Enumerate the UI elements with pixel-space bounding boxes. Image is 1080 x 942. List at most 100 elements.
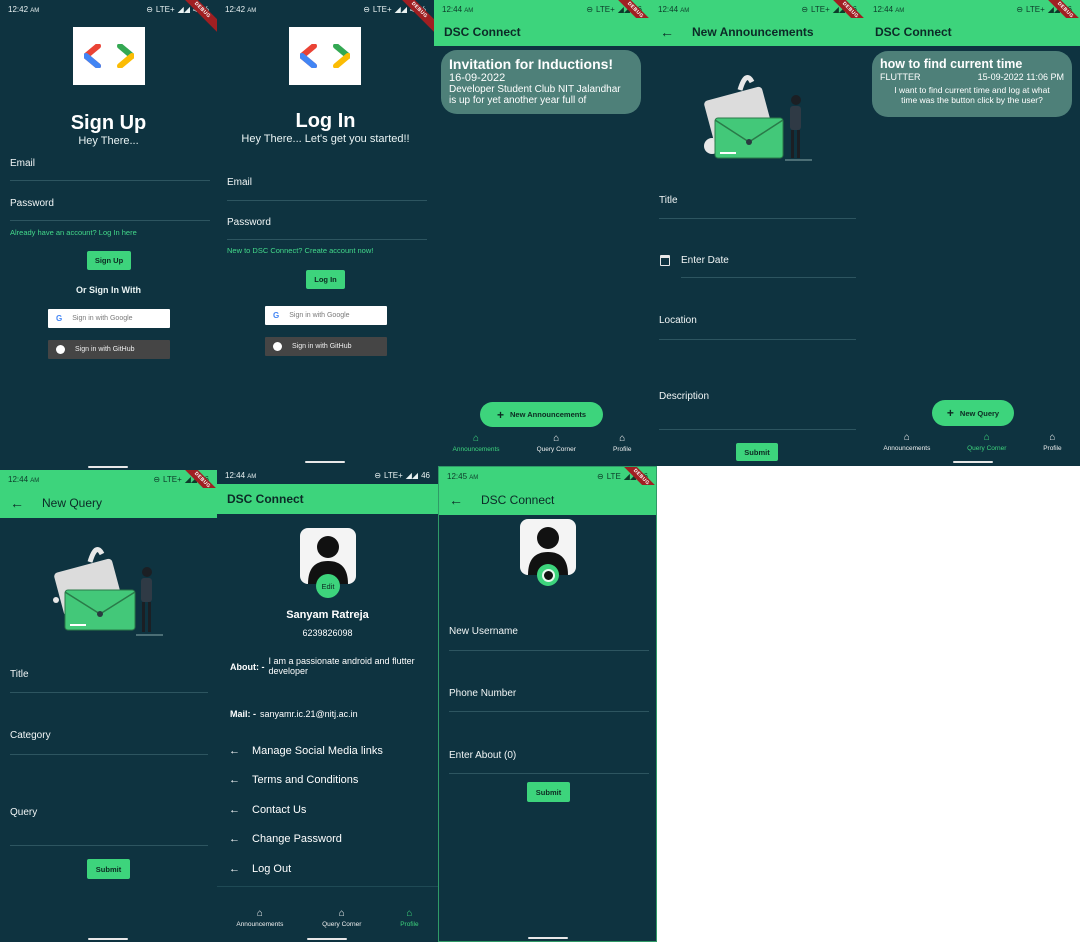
status-time: 12:42 [8, 4, 29, 14]
home-indicator[interactable] [953, 461, 993, 463]
network-type: LTE+ [596, 4, 615, 14]
signal-icon: ◢◢ [394, 4, 407, 14]
home-icon: ⌂ [983, 432, 990, 443]
login-link[interactable]: Already have an account? Log In here [10, 228, 137, 237]
google-signin-button[interactable]: G Sign in with Google [48, 309, 170, 328]
nav-profile[interactable]: ⌂ Profile [613, 433, 631, 453]
edit-avatar-button[interactable]: Edit [316, 574, 340, 598]
query-field[interactable]: Query [10, 807, 37, 818]
status-time: 12:44 [225, 470, 246, 480]
signup-button[interactable]: Sign Up [87, 251, 131, 270]
category-field[interactable]: Category [10, 730, 51, 741]
camera-icon[interactable] [537, 564, 559, 586]
about-field[interactable]: Enter About (0) [449, 750, 516, 761]
email-field[interactable]: Email [227, 177, 252, 188]
title-field[interactable]: Title [659, 195, 678, 206]
home-indicator[interactable] [305, 461, 345, 463]
nav-announcements[interactable]: ⌂ Announcements [453, 433, 500, 453]
home-indicator[interactable] [528, 937, 568, 939]
date-underline [681, 277, 856, 278]
home-indicator[interactable] [88, 938, 128, 940]
username-field[interactable]: New Username [449, 626, 518, 637]
title-field[interactable]: Title [10, 669, 29, 680]
announcement-body-line: is up for yet another year full of [449, 95, 587, 106]
query-card[interactable]: how to find current time FLUTTER 15-09-2… [872, 51, 1072, 117]
github-signin-label: Sign in with GitHub [292, 343, 352, 350]
status-time: 12:44 [658, 4, 679, 14]
nav-label: Query Corner [967, 445, 1007, 452]
nav-announcements[interactable]: ⌂ Announcements [883, 432, 930, 452]
password-underline [227, 239, 427, 240]
announcement-card[interactable]: Invitation for Inductions! 16-09-2022 De… [441, 50, 641, 114]
announcement-body-line: Developer Student Club NIT Jalandhar [449, 84, 621, 95]
nav-profile[interactable]: ⌂ Profile [400, 908, 418, 928]
status-bar: 12:42 AM ⊖LTE+◢◢47% [217, 0, 434, 18]
back-arrow-icon[interactable]: ← [660, 24, 674, 40]
nav-label: Announcements [883, 445, 931, 452]
menu-item-social-links[interactable]: ← Manage Social Media links [229, 745, 383, 757]
status-time: 12:44 [442, 4, 463, 14]
new-query-button[interactable]: + New Query [932, 400, 1014, 426]
nav-label: Profile [613, 446, 632, 453]
dnd-icon: ⊖ [597, 471, 604, 481]
menu-item-logout[interactable]: ← Log Out [229, 863, 291, 875]
query-corner-screen: 12:44 AM ⊖LTE+◢◢46 DEBUG DSC Connect how… [865, 0, 1080, 466]
menu-label: Log Out [252, 863, 292, 875]
date-field[interactable]: Enter Date [681, 255, 729, 266]
home-indicator[interactable] [307, 938, 347, 940]
password-field[interactable]: Password [10, 198, 54, 209]
page-subtitle: Hey There... Let's get you started!! [241, 133, 410, 145]
create-account-link[interactable]: New to DSC Connect? Create account now! [227, 246, 373, 255]
page-title: Log In [295, 110, 356, 132]
mail-section: Mail: - sanyamr.ic.21@nitj.ac.in [230, 709, 358, 719]
about-underline [449, 773, 649, 774]
status-time: 12:44 [8, 474, 29, 484]
nav-query-corner[interactable]: ⌂ Query Corner [322, 908, 361, 928]
back-arrow-icon[interactable]: ← [10, 495, 24, 511]
phone-underline [449, 711, 649, 712]
status-bar: 12:45 AM ⊖LTE◢◢46 [439, 467, 656, 485]
location-field[interactable]: Location [659, 315, 697, 326]
password-field[interactable]: Password [227, 217, 271, 228]
query-underline [10, 845, 208, 846]
email-field[interactable]: Email [10, 158, 35, 169]
google-signin-label: Sign in with Google [289, 312, 350, 319]
status-ampm: AM [30, 7, 40, 14]
menu-item-contact[interactable]: ← Contact Us [229, 804, 306, 816]
query-tag: FLUTTER [880, 72, 921, 82]
phone-field[interactable]: Phone Number [449, 688, 516, 699]
app-bar: ← DSC Connect [439, 485, 656, 515]
github-signin-button[interactable]: Sign in with GitHub [48, 340, 170, 359]
menu-label: Contact Us [252, 804, 307, 816]
app-bar: DSC Connect [865, 18, 1080, 46]
dnd-icon: ⊖ [586, 4, 594, 14]
home-indicator[interactable] [88, 466, 128, 468]
back-arrow-icon[interactable]: ← [449, 492, 463, 508]
status-ampm: AM [469, 474, 479, 481]
description-field[interactable]: Description [659, 391, 709, 402]
dnd-icon: ⊖ [1016, 4, 1024, 14]
menu-item-change-password[interactable]: ← Change Password [229, 833, 342, 845]
login-button[interactable]: Log In [306, 270, 345, 289]
announcements-screen: 12:44 AM ⊖LTE+◢◢46 DEBUG DSC Connect Inv… [434, 0, 650, 466]
menu-item-terms[interactable]: ← Terms and Conditions [229, 774, 358, 786]
login-screen: 12:42 AM ⊖LTE+◢◢47% DEBUG Log In Hey The… [217, 0, 434, 466]
status-bar: 12:44 AM ⊖LTE+◢◢46 [217, 466, 438, 484]
nav-label: Announcements [236, 921, 284, 928]
submit-button[interactable]: Submit [87, 859, 130, 879]
user-phone: 6239826098 [302, 628, 353, 638]
calendar-icon[interactable] [660, 255, 670, 266]
nav-profile[interactable]: ⌂ Profile [1043, 432, 1061, 452]
bottom-nav: ⌂ Announcements ⌂ Query Corner ⌂ Profile [434, 433, 650, 453]
location-underline [659, 339, 856, 340]
submit-button[interactable]: Submit [527, 782, 570, 802]
dnd-icon: ⊖ [153, 474, 161, 484]
github-signin-button[interactable]: Sign in with GitHub [265, 337, 387, 356]
nav-announcements[interactable]: ⌂ Announcements [236, 908, 283, 928]
nav-query-corner[interactable]: ⌂ Query Corner [967, 432, 1006, 452]
google-signin-button[interactable]: G Sign in with Google [265, 306, 387, 325]
new-announcement-button[interactable]: + New Announcements [480, 402, 603, 427]
nav-query-corner[interactable]: ⌂ Query Corner [537, 433, 576, 453]
submit-button[interactable]: Submit [736, 443, 778, 461]
home-icon: ⌂ [903, 432, 910, 443]
